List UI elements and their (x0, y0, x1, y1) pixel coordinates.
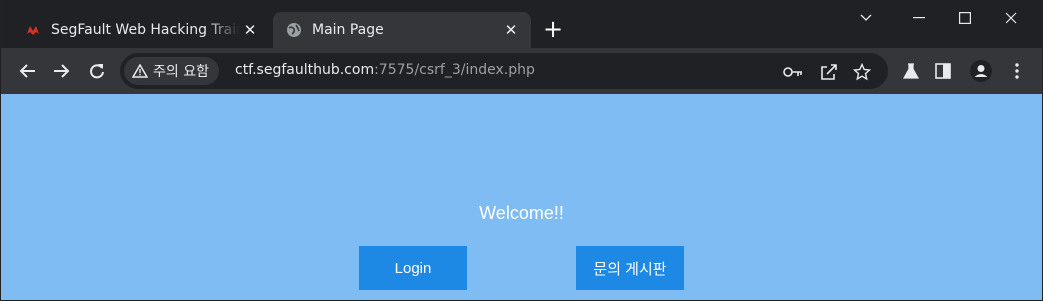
window-border (0, 0, 1043, 301)
